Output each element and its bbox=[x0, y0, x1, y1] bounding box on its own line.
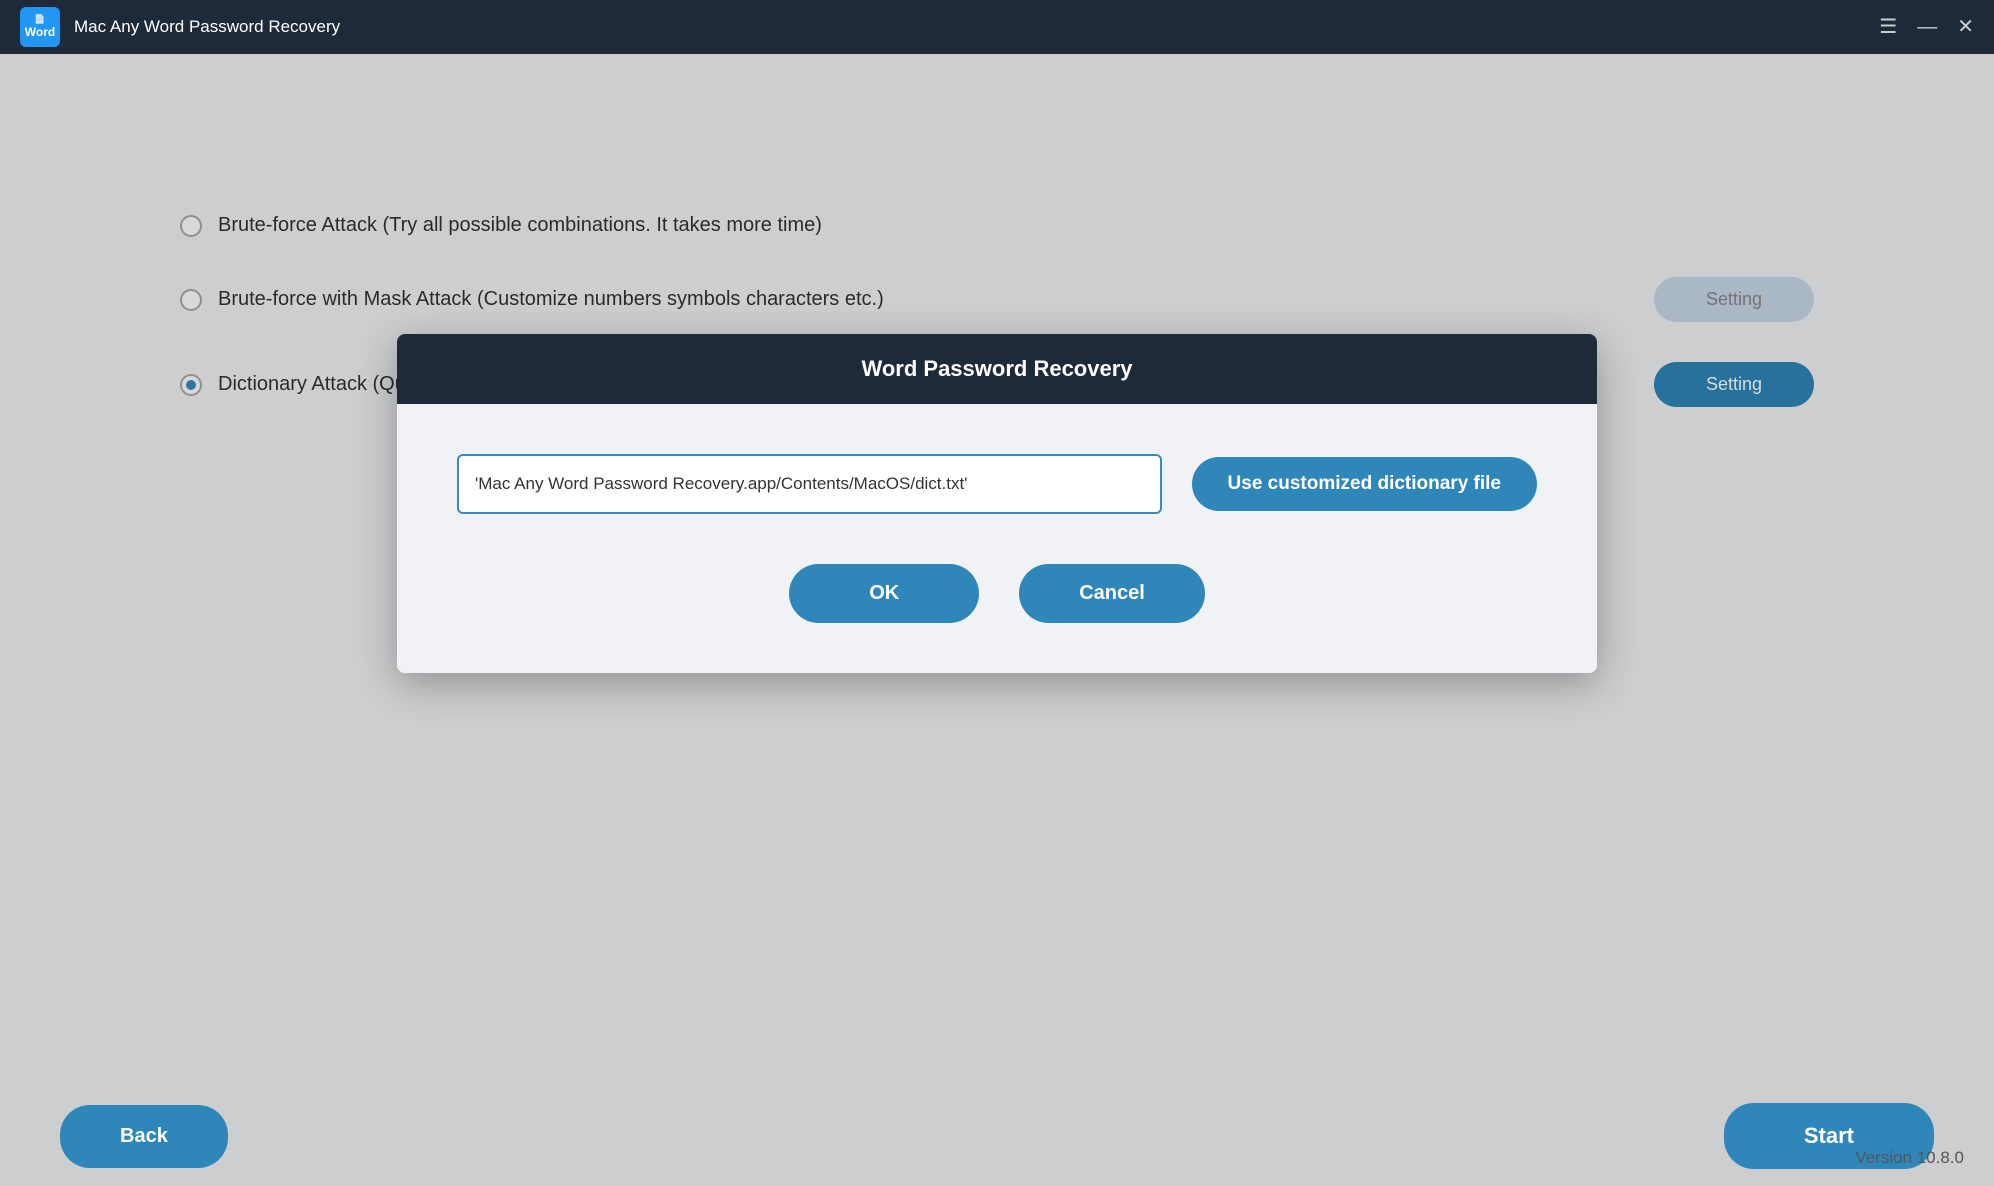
back-button[interactable]: Back bbox=[60, 1105, 228, 1168]
app-logo: 📄 Word bbox=[20, 7, 60, 47]
cancel-button[interactable]: Cancel bbox=[1019, 564, 1205, 623]
use-dict-button[interactable]: Use customized dictionary file bbox=[1192, 457, 1537, 511]
version-text: Version 10.8.0 bbox=[1855, 1148, 1964, 1168]
dialog-overlay: Word Password Recovery Use customized di… bbox=[0, 54, 1994, 1186]
close-button[interactable]: ✕ bbox=[1957, 17, 1974, 37]
dict-path-input[interactable] bbox=[457, 454, 1162, 514]
app-title: Mac Any Word Password Recovery bbox=[74, 17, 340, 37]
dialog-header: Word Password Recovery bbox=[397, 334, 1597, 404]
bottom-bar: Back Start bbox=[0, 1086, 1994, 1186]
minimize-button[interactable]: — bbox=[1917, 17, 1937, 37]
main-content: Brute-force Attack (Try all possible com… bbox=[0, 54, 1994, 1186]
logo-text: 📄 Word bbox=[25, 14, 55, 39]
menu-button[interactable]: ☰ bbox=[1879, 17, 1897, 37]
window-controls: ☰ — ✕ bbox=[1879, 17, 1974, 37]
dialog-body: Use customized dictionary file OK Cancel bbox=[397, 404, 1597, 673]
dialog-input-row: Use customized dictionary file bbox=[457, 454, 1537, 514]
ok-button[interactable]: OK bbox=[789, 564, 979, 623]
titlebar: 📄 Word Mac Any Word Password Recovery ☰ … bbox=[0, 0, 1994, 54]
dialog-title: Word Password Recovery bbox=[861, 356, 1132, 381]
dialog: Word Password Recovery Use customized di… bbox=[397, 334, 1597, 673]
dialog-actions: OK Cancel bbox=[457, 564, 1537, 623]
